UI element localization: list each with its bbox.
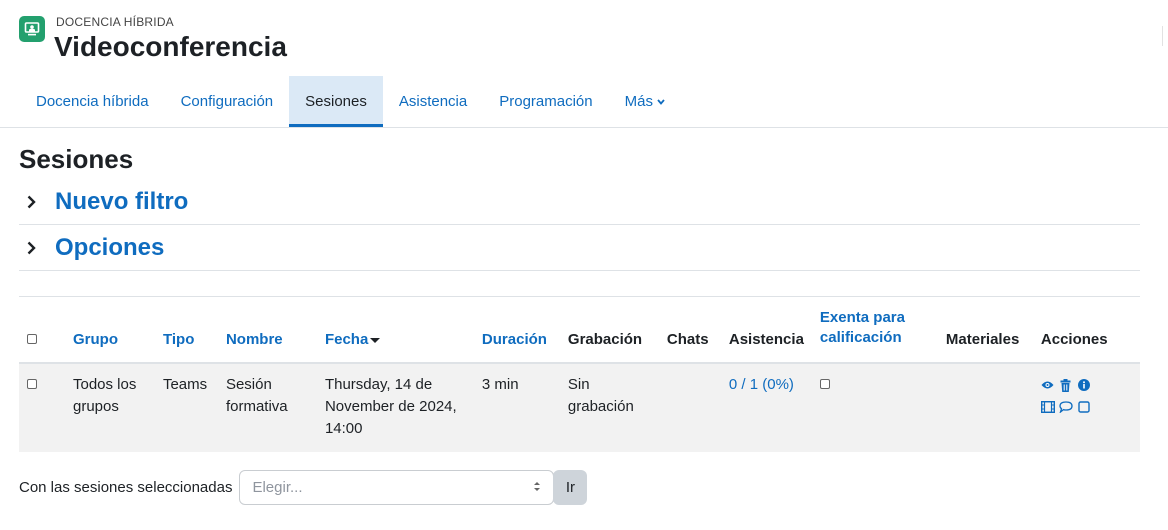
sessions-table: Grupo Tipo Nombre Fecha Duración Grabaci… xyxy=(19,297,1140,452)
module-type-label: DOCENCIA HÍBRIDA xyxy=(56,15,174,29)
cell-acciones xyxy=(1032,363,1140,452)
bulk-action-select[interactable]: Elegir... xyxy=(239,470,555,505)
attendance-link[interactable]: 0 / 1 (0%) xyxy=(729,376,794,393)
square-icon[interactable] xyxy=(1077,400,1091,414)
scrollbar[interactable] xyxy=(1162,26,1168,46)
page-title: Videoconferencia xyxy=(54,31,287,62)
chevron-right-icon xyxy=(27,241,41,255)
cell-exenta xyxy=(811,363,938,452)
exempt-checkbox[interactable] xyxy=(819,379,830,389)
go-button[interactable]: Ir xyxy=(553,470,588,505)
options-toggle[interactable]: Opciones xyxy=(19,225,1140,271)
header-nombre[interactable]: Nombre xyxy=(217,297,317,364)
header-acciones: Acciones xyxy=(1032,297,1140,364)
header-duracion[interactable]: Duración xyxy=(473,297,560,364)
cell-duracion: 3 min xyxy=(473,363,560,452)
header-grupo[interactable]: Grupo xyxy=(64,297,155,364)
cell-chats xyxy=(658,363,721,452)
video-conference-icon xyxy=(19,16,45,42)
tab-sesiones[interactable]: Sesiones xyxy=(289,76,383,127)
sort-desc-icon xyxy=(370,337,381,343)
row-select-cell xyxy=(19,363,65,452)
cell-fecha: Thursday, 14 de November de 2024, 14:00 xyxy=(316,363,474,452)
header-chats: Chats xyxy=(658,297,721,364)
select-all-cell xyxy=(19,297,65,364)
filter-toggle[interactable]: Nuevo filtro xyxy=(19,179,1140,225)
options-toggle-label: Opciones xyxy=(55,233,165,261)
bulk-actions: Con las sesiones seleccionadas Elegir...… xyxy=(19,470,588,505)
section-heading: Sesiones xyxy=(19,144,134,174)
row-checkbox[interactable] xyxy=(27,379,37,389)
tab-docencia-hibrida[interactable]: Docencia híbrida xyxy=(20,76,165,127)
cell-tipo: Teams xyxy=(154,363,218,452)
tab-configuracion[interactable]: Configuración xyxy=(165,76,290,127)
filter-toggle-label: Nuevo filtro xyxy=(55,187,189,215)
cell-grabacion: Sin grabación xyxy=(559,363,659,452)
nav-divider xyxy=(0,127,1168,128)
tab-mas[interactable]: Más xyxy=(609,76,681,127)
bulk-action-placeholder: Elegir... xyxy=(252,479,303,496)
comment-icon[interactable] xyxy=(1059,400,1073,414)
cell-asistencia: 0 / 1 (0%) xyxy=(720,363,812,452)
cell-materiales xyxy=(937,363,1033,452)
chevron-right-icon xyxy=(27,195,41,209)
header-grabacion: Grabación xyxy=(559,297,659,364)
tab-asistencia[interactable]: Asistencia xyxy=(383,76,483,127)
header-tipo[interactable]: Tipo xyxy=(154,297,218,364)
film-icon[interactable] xyxy=(1040,400,1055,414)
select-arrows-icon xyxy=(533,479,541,496)
bulk-actions-label: Con las sesiones seleccionadas xyxy=(19,479,233,496)
info-icon[interactable] xyxy=(1077,378,1091,392)
eye-icon[interactable] xyxy=(1041,378,1055,392)
header-exenta[interactable]: Exenta para calificación xyxy=(811,297,938,364)
cell-nombre: Sesión formativa xyxy=(217,363,317,452)
table-row: Todos los grupos Teams Sesión formativa Th… xyxy=(19,363,1140,452)
trash-icon[interactable] xyxy=(1059,378,1073,392)
header-fecha[interactable]: Fecha xyxy=(316,297,474,364)
tab-programacion[interactable]: Programación xyxy=(483,76,608,127)
table-header-row: Grupo Tipo Nombre Fecha Duración Grabaci… xyxy=(19,297,1140,364)
secondary-nav: Docencia híbrida Configuración Sesiones … xyxy=(20,76,681,127)
cell-grupo: Todos los grupos xyxy=(64,363,155,452)
select-all-checkbox[interactable] xyxy=(27,334,37,344)
header-asistencia: Asistencia xyxy=(720,297,812,364)
chevron-down-icon xyxy=(657,98,665,105)
header-materiales: Materiales xyxy=(937,297,1033,364)
